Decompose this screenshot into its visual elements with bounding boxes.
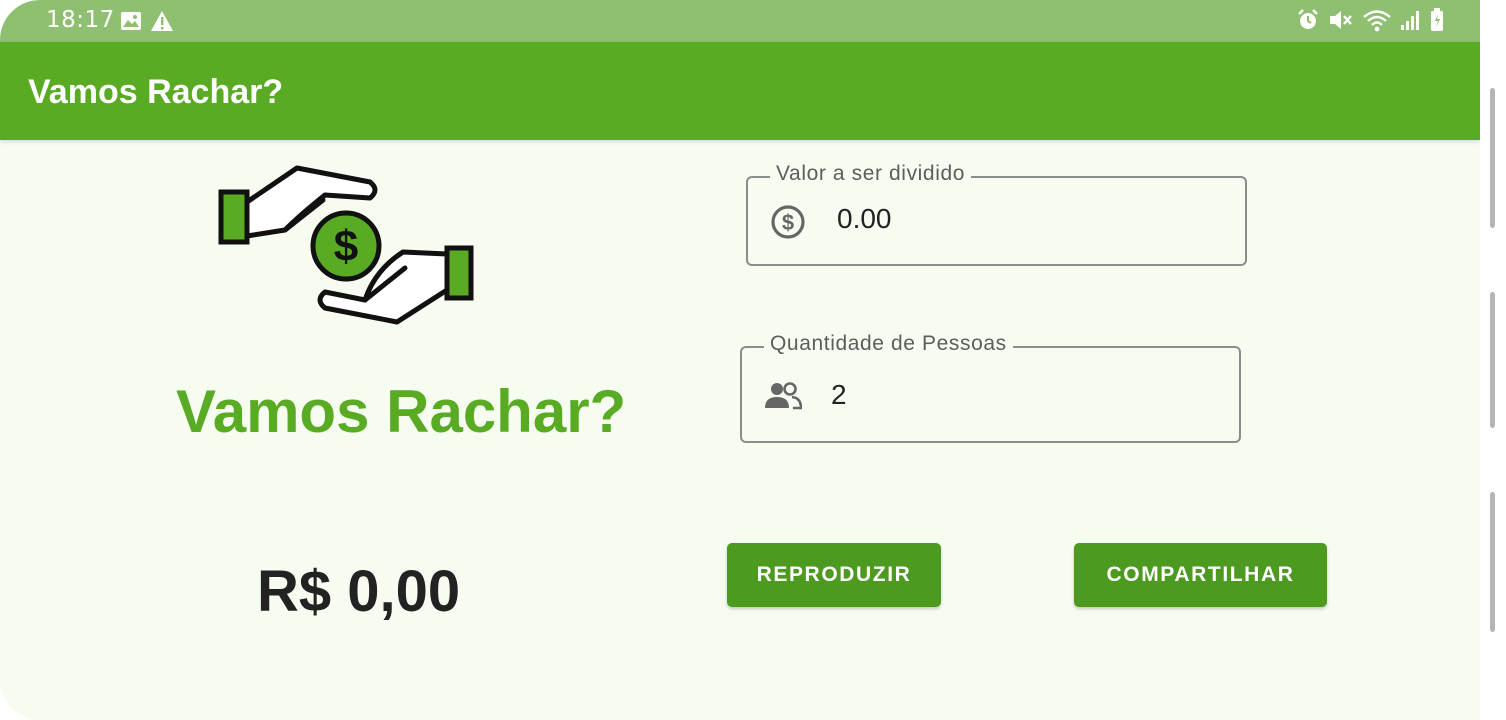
alarm-icon	[1298, 9, 1318, 29]
reproduzir-button[interactable]: REPRODUZIR	[727, 543, 941, 607]
svg-text:$: $	[334, 222, 358, 271]
headline-title: Vamos Rachar?	[176, 378, 627, 445]
valor-field-label: Valor a ser dividido	[770, 162, 972, 186]
app-title: Vamos Rachar?	[28, 73, 284, 111]
quantidade-field-label: Quantidade de Pessoas	[764, 332, 1013, 356]
scrollbar-track[interactable]	[1486, 0, 1506, 720]
scrollbar-segment[interactable]	[1490, 492, 1495, 632]
status-left-icons	[120, 9, 174, 33]
people-icon	[765, 382, 802, 410]
valor-field[interactable]: Valor a ser dividido $	[746, 162, 1247, 266]
app-screen: 18:17 Vamos Rachar? $ Vamos Rachar? R$ 0…	[0, 0, 1480, 720]
mute-icon	[1330, 11, 1352, 29]
quantidade-field[interactable]: Quantidade de Pessoas	[740, 332, 1241, 443]
signal-icon	[1401, 11, 1419, 30]
wifi-icon	[1363, 10, 1391, 32]
compartilhar-button[interactable]: COMPARTILHAR	[1074, 543, 1327, 607]
valor-input[interactable]	[837, 202, 1217, 236]
svg-text:$: $	[782, 210, 794, 235]
status-bar: 18:17	[0, 0, 1480, 42]
scrollbar-segment[interactable]	[1490, 292, 1495, 428]
warning-icon	[151, 11, 173, 31]
result-value: R$ 0,00	[257, 559, 461, 624]
quantidade-input[interactable]	[831, 378, 1211, 412]
scrollbar-segment[interactable]	[1490, 88, 1495, 228]
app-bar: Vamos Rachar?	[0, 42, 1480, 140]
dollar-circle-icon: $	[771, 205, 805, 239]
image-icon	[121, 12, 141, 30]
battery-icon	[1431, 8, 1443, 31]
status-right-icons	[1296, 8, 1444, 32]
status-time: 18:17	[46, 7, 115, 33]
money-hands-icon: $	[218, 165, 474, 325]
